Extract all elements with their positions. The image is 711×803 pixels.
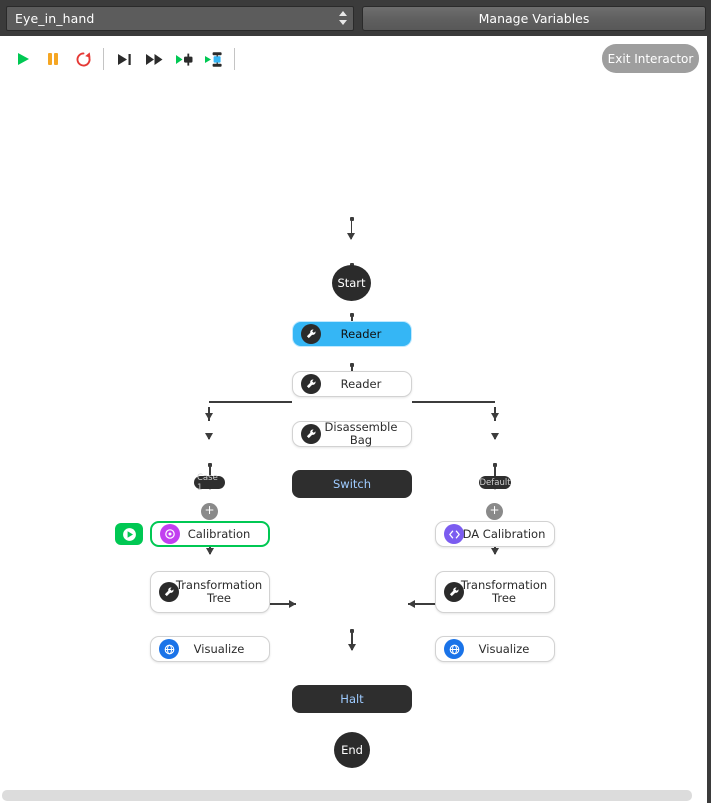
right-edge-border — [707, 0, 711, 803]
graph-node-end[interactable]: End — [334, 732, 370, 768]
graph-node-vis1[interactable]: Visualize — [150, 636, 270, 662]
globe-blue-icon — [444, 639, 464, 659]
run-button[interactable] — [8, 44, 38, 74]
add-default-node[interactable]: + — [486, 503, 503, 520]
step-next-icon — [116, 52, 133, 67]
graph-node-disasm[interactable]: Disassemble Bag — [292, 421, 412, 447]
graph-node-dacalib[interactable]: DA Calibration — [435, 521, 555, 547]
wrench-dark-icon — [301, 324, 321, 344]
connector-port — [208, 463, 212, 467]
toolbar-separator-2 — [234, 48, 235, 70]
step-over-button[interactable] — [109, 44, 139, 74]
connector-port — [350, 217, 354, 221]
wrench-dark-icon — [159, 582, 179, 602]
connector-line — [412, 401, 495, 403]
top-bar: Eye_in_hand Manage Variables — [0, 0, 711, 36]
flow-graph-canvas[interactable]: Start Reader Reader Disassemble Bag Switch Ca… — [0, 82, 695, 788]
run-calibration-button[interactable] — [115, 523, 143, 545]
connector-arrow — [205, 433, 213, 440]
node-label: Halt — [292, 693, 412, 706]
run-to-breakpoint-button[interactable] — [199, 44, 229, 74]
code-violet-icon — [444, 524, 464, 544]
connector-arrow — [205, 413, 213, 420]
step-forward-button[interactable] — [139, 44, 169, 74]
connector-arrow — [206, 548, 214, 555]
connector-arrow — [491, 433, 499, 440]
spinner-arrows-icon[interactable] — [337, 9, 349, 27]
add-case1-node[interactable]: + — [201, 503, 218, 520]
globe-blue-icon — [159, 639, 179, 659]
run-to-node-button[interactable] — [169, 44, 199, 74]
wrench-dark-icon — [444, 582, 464, 602]
graph-node-calib[interactable]: Calibration — [150, 521, 270, 547]
reload-circular-icon — [75, 51, 92, 68]
fast-forward-icon — [145, 52, 164, 67]
branch-label-case1[interactable]: Case 1 — [194, 476, 225, 489]
connector-arrow — [347, 233, 355, 240]
connector-port — [493, 463, 497, 467]
graph-node-reader1[interactable]: Reader — [292, 321, 412, 347]
play-circle-icon — [122, 527, 137, 542]
variable-select-value: Eye_in_hand — [15, 11, 337, 26]
node-label: Switch — [292, 478, 412, 491]
connector-arrow — [408, 600, 415, 608]
connector-port — [350, 629, 354, 633]
connector-port — [350, 313, 354, 317]
reset-button[interactable] — [68, 44, 98, 74]
branch-label-default[interactable]: Default — [479, 476, 511, 489]
graph-node-tftree1[interactable]: Transformation Tree — [150, 571, 270, 613]
graph-node-reader2[interactable]: Reader — [292, 371, 412, 397]
wrench-dark-icon — [301, 374, 321, 394]
play-icon — [15, 51, 31, 67]
target-purple-icon — [160, 524, 180, 544]
graph-node-halt[interactable]: Halt — [292, 685, 412, 713]
exit-interactor-button[interactable]: Exit Interactor — [602, 44, 699, 73]
toolbar-separator-1 — [103, 48, 104, 70]
connector-port — [350, 363, 354, 367]
play-to-node-icon — [175, 52, 194, 67]
graph-node-switch[interactable]: Switch — [292, 470, 412, 498]
manage-variables-button[interactable]: Manage Variables — [362, 6, 706, 31]
graph-node-vis2[interactable]: Visualize — [435, 636, 555, 662]
pause-icon — [45, 51, 61, 67]
connector-arrow — [491, 413, 499, 420]
connector-line — [209, 401, 292, 403]
play-to-module-icon — [204, 51, 224, 68]
graph-node-tftree2[interactable]: Transformation Tree — [435, 571, 555, 613]
playback-toolbar: Exit Interactor — [0, 36, 711, 82]
horizontal-scrollbar[interactable] — [2, 790, 692, 801]
graph-node-start[interactable]: Start — [332, 265, 371, 301]
connector-arrow — [491, 548, 499, 555]
variable-select[interactable]: Eye_in_hand — [6, 6, 354, 31]
connector-arrow — [289, 600, 296, 608]
pause-button[interactable] — [38, 44, 68, 74]
connector-arrow — [348, 644, 356, 651]
wrench-dark-icon — [301, 424, 321, 444]
